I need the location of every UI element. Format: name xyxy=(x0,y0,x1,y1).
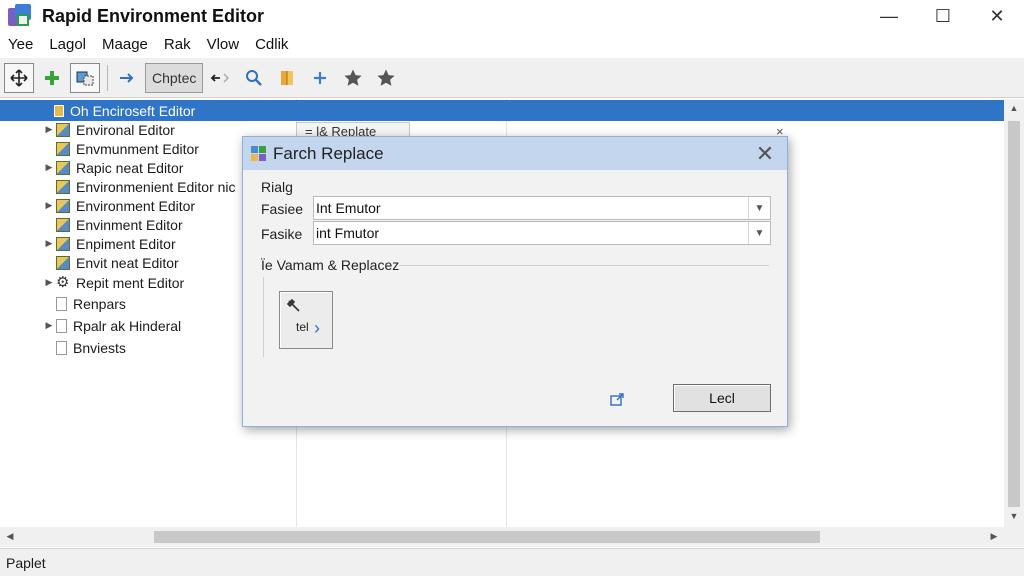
tree-item-label: Environmenient Editor nic xyxy=(76,178,236,195)
tree-item-label: Envit neat Editor xyxy=(76,254,179,271)
window-controls: — ☐ ✕ xyxy=(862,0,1024,32)
expander-icon[interactable]: ▶ xyxy=(42,124,56,135)
tree-item-label: Oh Enciroseft Editor xyxy=(70,102,196,119)
select-icon[interactable] xyxy=(70,62,100,93)
tool-button-label: tel xyxy=(296,320,309,334)
replace-input[interactable] xyxy=(314,222,748,244)
export-icon[interactable] xyxy=(609,391,625,411)
expander-icon[interactable]: ▶ xyxy=(42,238,56,249)
close-button[interactable]: ✕ xyxy=(970,0,1024,32)
tree-item-label: Renpars xyxy=(73,295,126,312)
tree-item-label: Bnviests xyxy=(73,339,126,356)
tree-item-label: Environment Editor xyxy=(76,197,196,214)
tree-item-label: Rpalr ak Hinderal xyxy=(73,317,182,334)
plus-icon[interactable] xyxy=(305,63,335,93)
group-divider xyxy=(399,265,769,266)
star-icon[interactable] xyxy=(371,63,401,93)
environment-icon xyxy=(56,122,70,137)
find-input[interactable] xyxy=(314,197,748,219)
scroll-thumb[interactable] xyxy=(154,531,820,543)
tree-item-label: Enpiment Editor xyxy=(76,235,176,252)
find-label: Fasiee xyxy=(261,201,304,217)
book-icon[interactable] xyxy=(272,63,302,93)
group-divider xyxy=(263,277,264,357)
ok-button[interactable]: Lecl xyxy=(673,384,771,412)
menu-item-1[interactable]: Yee xyxy=(0,36,41,53)
tree-item-label: Environal Editor xyxy=(76,121,175,138)
title-bar: Rapid Environment Editor — ☐ ✕ xyxy=(0,0,1024,32)
document-icon xyxy=(56,296,67,311)
scroll-left-icon[interactable]: ◀ xyxy=(0,531,20,542)
group-label: Ïe Vamam & Replacez xyxy=(261,257,400,273)
find-combo[interactable]: ▼ xyxy=(313,196,771,220)
menu-item-4[interactable]: Rak xyxy=(156,36,199,53)
environment-icon xyxy=(56,141,70,156)
tree-item-label: Envinment Editor xyxy=(76,216,183,233)
scroll-thumb[interactable] xyxy=(1008,121,1020,507)
gear-icon: ⚙ xyxy=(56,273,70,291)
vertical-scrollbar[interactable]: ▲ ▼ xyxy=(1004,99,1024,527)
tree-item-label: Envmunment Editor xyxy=(76,140,199,157)
environment-icon xyxy=(56,255,70,270)
toolbar: Chptec xyxy=(0,58,1024,98)
document-icon xyxy=(56,318,67,333)
menu-item-3[interactable]: Maage xyxy=(94,36,156,53)
expander-icon[interactable]: ▶ xyxy=(42,277,56,288)
scroll-up-icon[interactable]: ▲ xyxy=(1004,103,1024,113)
menu-bar: Yee Lagol Maage Rak Vlow Cdlik xyxy=(0,32,1024,56)
chevron-down-icon[interactable]: ▼ xyxy=(748,222,770,244)
expander-icon[interactable]: ▶ xyxy=(42,200,56,211)
scroll-down-icon[interactable]: ▼ xyxy=(1004,511,1024,521)
replace-tool-button[interactable]: tel › xyxy=(279,291,333,349)
expander-icon[interactable]: ▶ xyxy=(42,320,56,331)
find-replace-dialog: Farch Replace ✕ Rialg Fasiee ▼ Fasike ▼ … xyxy=(242,136,788,427)
search-icon[interactable] xyxy=(239,63,269,93)
minimize-button[interactable]: — xyxy=(862,0,916,32)
menu-item-6[interactable]: Cdlik xyxy=(247,36,296,53)
folder-icon xyxy=(54,104,64,117)
expander-icon[interactable]: ▶ xyxy=(42,162,56,173)
maximize-button[interactable]: ☐ xyxy=(916,0,970,32)
menu-item-5[interactable]: Vlow xyxy=(199,36,248,53)
section-label: Rialg xyxy=(261,179,293,195)
environment-icon xyxy=(56,217,70,232)
status-bar: Paplet xyxy=(0,548,1024,576)
document-icon xyxy=(56,340,67,355)
status-text: Paplet xyxy=(6,554,46,571)
star-icon[interactable] xyxy=(338,63,368,93)
horizontal-scrollbar[interactable]: ◀ ▶ xyxy=(0,527,1004,547)
toolbar-separator xyxy=(107,64,108,91)
replace-label: Fasike xyxy=(261,226,303,242)
replace-combo[interactable]: ▼ xyxy=(313,221,771,245)
hammer-icon xyxy=(286,298,304,321)
chevron-right-icon: › xyxy=(314,318,320,338)
dialog-app-icon xyxy=(251,145,267,162)
chevron-down-icon[interactable]: ▼ xyxy=(748,197,770,219)
tree-item[interactable]: Oh Enciroseft Editor xyxy=(0,100,1004,121)
dialog-title-bar: Farch Replace ✕ xyxy=(243,137,787,170)
tree-item-label: Repit ment Editor xyxy=(76,274,185,291)
dialog-close-button[interactable]: ✕ xyxy=(753,141,777,167)
move-icon[interactable] xyxy=(4,62,34,93)
app-icon xyxy=(8,4,32,28)
arrow-right-icon[interactable] xyxy=(112,63,142,93)
scroll-right-icon[interactable]: ▶ xyxy=(984,531,1004,542)
environment-icon xyxy=(56,160,70,175)
environment-icon xyxy=(56,179,70,194)
tree-item-label: Rapic neat Editor xyxy=(76,159,184,176)
window-title: Rapid Environment Editor xyxy=(42,5,265,26)
environment-icon xyxy=(56,236,70,251)
chptec-button[interactable]: Chptec xyxy=(145,62,204,93)
back-icon[interactable] xyxy=(206,63,236,93)
dialog-title: Farch Replace xyxy=(273,143,384,163)
add-icon[interactable] xyxy=(37,63,67,93)
scroll-corner xyxy=(1004,527,1024,547)
environment-icon xyxy=(56,198,70,213)
menu-item-2[interactable]: Lagol xyxy=(41,36,94,53)
